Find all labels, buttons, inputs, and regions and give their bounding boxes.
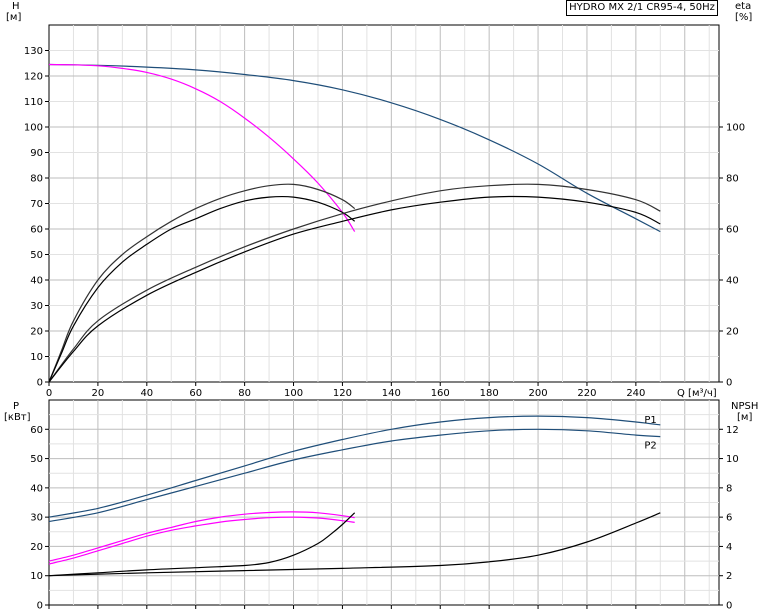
top-ytick-right-label: 80 (726, 174, 739, 185)
top-xtick-label: 200 (529, 388, 548, 399)
series-eta-two-a (48, 183, 661, 383)
top-ytick-left-label: 10 (30, 352, 43, 363)
bottom-ytick-right-label: 12 (726, 425, 739, 436)
x-axis-label: Q [м³/ч] (677, 388, 717, 399)
bottom-ytick-left-label: 0 (37, 601, 43, 611)
bottom-panel-series: P1 P2 (48, 415, 661, 577)
top-right-axis-unit: [%] (735, 12, 752, 23)
series-npsh-one (48, 512, 356, 577)
bottom-ytick-right-label: 4 (726, 542, 732, 553)
series-p2 (48, 428, 661, 523)
bottom-left-axis-label: P (13, 401, 19, 412)
series-h-two (48, 63, 661, 233)
bottom-panel-grid: 0 10 20 30 40 50 60 0 2 4 6 8 10 12 (30, 399, 739, 611)
top-xtick-label: 160 (431, 388, 450, 399)
top-xtick-label: 140 (382, 388, 401, 399)
top-ytick-left-label: 100 (24, 123, 43, 134)
bottom-ytick-right-label: 2 (726, 571, 732, 582)
top-ytick-left-label: 20 (30, 327, 43, 338)
chart-title: HYDRO MX 2/1 CR95-4, 50Hz (566, 0, 718, 16)
top-left-axis-unit: [м] (6, 12, 21, 23)
bottom-ytick-right-label: 6 (726, 513, 732, 524)
top-ytick-left-label: 70 (30, 199, 43, 210)
bottom-ytick-left-label: 60 (30, 425, 43, 436)
series-p1-one (48, 511, 355, 562)
bottom-right-axis-label: NPSH (731, 401, 758, 412)
series-label-p2: P2 (644, 441, 656, 452)
series-h-one (48, 63, 356, 232)
top-ytick-right-label: 40 (726, 276, 739, 287)
top-ytick-left-label: 80 (30, 174, 43, 185)
series-p2-one (48, 516, 355, 565)
top-xtick-label: 100 (284, 388, 303, 399)
top-ytick-left-label: 30 (30, 301, 43, 312)
top-left-axis-label: H (12, 1, 20, 12)
top-xtick-label: 60 (189, 388, 202, 399)
bottom-left-axis-unit: [кВт] (4, 412, 31, 423)
top-ytick-right-label: 60 (726, 225, 739, 236)
top-ytick-left-label: 130 (24, 46, 43, 57)
top-ytick-left-label: 90 (30, 148, 43, 159)
top-ytick-left-label: 0 (37, 378, 43, 389)
top-xtick-label: 220 (577, 388, 596, 399)
top-xtick-label: 0 (46, 388, 52, 399)
bottom-ytick-right-label: 8 (726, 483, 732, 494)
top-xtick-label: 40 (140, 388, 153, 399)
top-right-axis-label: eta (735, 1, 751, 12)
bottom-right-axis-unit: [м] (737, 412, 752, 423)
top-ytick-left-label: 110 (24, 97, 43, 108)
bottom-ytick-left-label: 40 (30, 483, 43, 494)
series-eta-one-a (48, 183, 356, 383)
top-xtick-label: 120 (333, 388, 352, 399)
bottom-ytick-left-label: 30 (30, 513, 43, 524)
bottom-ytick-left-label: 20 (30, 542, 43, 553)
pump-curve-chart: 0102030405060708090100110120130020406080… (4, 1, 758, 611)
bottom-ytick-left-label: 10 (30, 571, 43, 582)
top-xtick-label: 240 (626, 388, 645, 399)
top-ytick-left-label: 60 (30, 225, 43, 236)
top-panel-series (48, 63, 661, 383)
top-ytick-left-label: 120 (24, 72, 43, 83)
series-eta-two-b (48, 195, 661, 383)
series-p1 (48, 415, 661, 518)
top-ytick-left-label: 40 (30, 276, 43, 287)
top-ytick-left-label: 50 (30, 250, 43, 261)
top-xtick-label: 180 (480, 388, 499, 399)
top-ytick-right-label: 100 (726, 123, 745, 134)
top-ytick-right-label: 0 (726, 378, 732, 389)
top-panel-grid: 0 10 20 30 40 50 60 70 80 90 100 110 120 130 0 20 40 60 80… (24, 24, 745, 399)
bottom-ytick-right-label: 10 (726, 454, 739, 465)
top-ytick-right-label: 20 (726, 327, 739, 338)
bottom-ytick-left-label: 50 (30, 454, 43, 465)
top-xtick-label: 80 (238, 388, 251, 399)
top-xtick-label: 20 (92, 388, 105, 399)
series-label-p1: P1 (644, 415, 656, 426)
bottom-ytick-right-label: 0 (726, 601, 732, 611)
